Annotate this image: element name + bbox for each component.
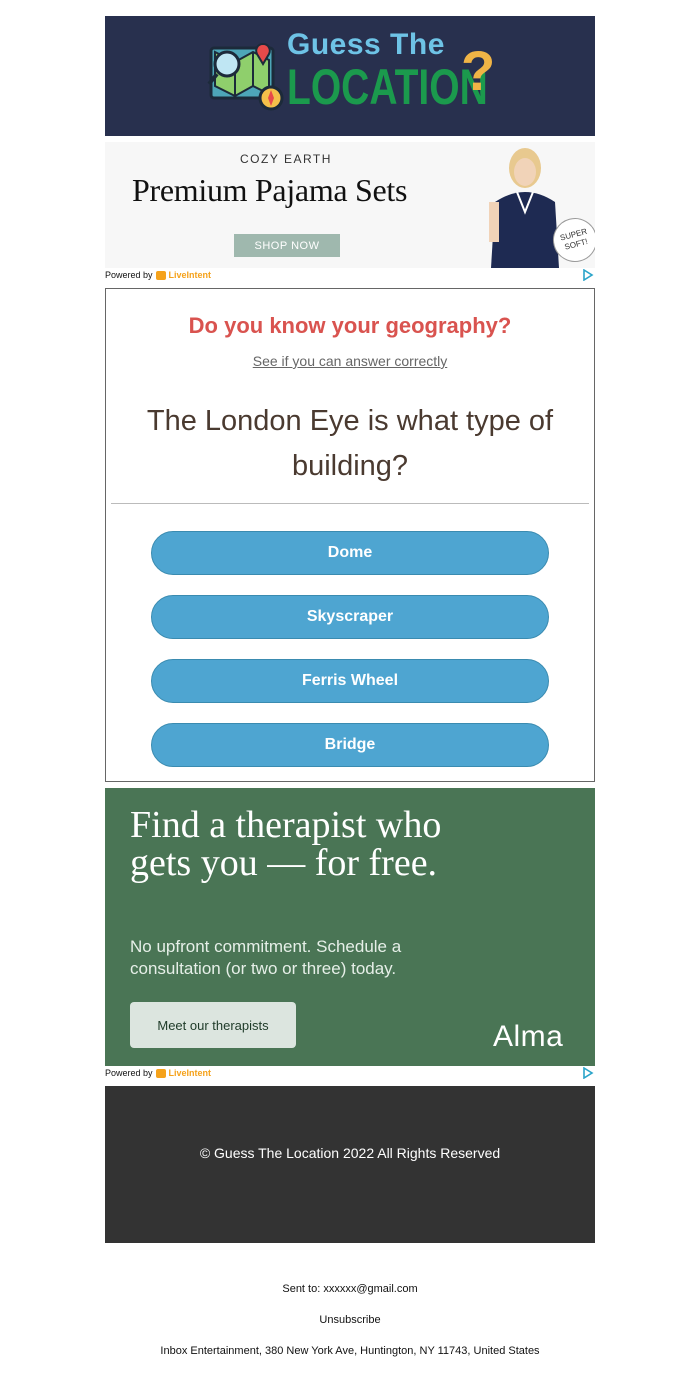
- answer-button-dome[interactable]: Dome: [151, 531, 549, 575]
- ad-headline: Premium Pajama Sets: [132, 172, 408, 208]
- ad-body-text: No upfront commitment. Schedule a consul…: [130, 937, 402, 978]
- liveintent-brand: LiveIntent: [168, 270, 212, 280]
- ad-headline: Find a therapist who gets you — for free…: [130, 804, 442, 884]
- liveintent-logo-icon: [155, 1068, 166, 1078]
- ad-brand-name: COZY EARTH: [240, 152, 332, 166]
- pajama-ad-banner[interactable]: COZY EARTH Premium Pajama Sets SHOP NOW …: [105, 142, 595, 268]
- company-address: Inbox Entertainment, 380 New York Ave, H…: [160, 1345, 540, 1357]
- copyright-text: © Guess The Location 2022 All Rights Res…: [199, 1145, 501, 1161]
- adchoices-icon[interactable]: [582, 269, 594, 281]
- liveintent-logo-icon: [155, 270, 166, 280]
- unsubscribe-link[interactable]: Unsubscribe: [0, 1314, 700, 1326]
- adchoices-icon[interactable]: [582, 1067, 594, 1079]
- logo-question-mark: ?: [461, 39, 496, 102]
- header-banner[interactable]: Guess The LOCATION ?: [105, 16, 595, 136]
- divider: [111, 503, 589, 504]
- alma-logo: Alma: [493, 1020, 564, 1053]
- powered-by-label: Powered by: [105, 270, 153, 280]
- powered-by-liveintent[interactable]: Powered by LiveIntent: [105, 1067, 211, 1079]
- logo-text-guess-the: Guess The: [287, 28, 445, 61]
- answer-button-bridge[interactable]: Bridge: [151, 723, 549, 767]
- meet-therapists-button[interactable]: Meet our therapists: [130, 1002, 296, 1048]
- sent-to-text: Sent to: xxxxxx@gmail.com: [282, 1283, 418, 1295]
- quiz-subtitle-link[interactable]: See if you can answer correctly: [106, 353, 594, 369]
- liveintent-brand: LiveIntent: [168, 1068, 212, 1078]
- quiz-question: The London Eye is what type of building?: [146, 405, 554, 482]
- quiz-card: Do you know your geography? See if you c…: [105, 288, 595, 782]
- therapist-ad-banner[interactable]: Find a therapist who gets you — for free…: [105, 788, 595, 1066]
- logo-text-location: LOCATION: [287, 59, 488, 115]
- map-logo-icon: [207, 42, 284, 111]
- quiz-title: Do you know your geography?: [188, 313, 512, 338]
- powered-by-liveintent[interactable]: Powered by LiveIntent: [105, 269, 211, 281]
- footer: © Guess The Location 2022 All Rights Res…: [105, 1086, 595, 1243]
- shop-now-button[interactable]: SHOP NOW: [234, 234, 340, 257]
- answer-button-ferris-wheel[interactable]: Ferris Wheel: [151, 659, 549, 703]
- powered-by-label: Powered by: [105, 1068, 153, 1078]
- answer-button-skyscraper[interactable]: Skyscraper: [151, 595, 549, 639]
